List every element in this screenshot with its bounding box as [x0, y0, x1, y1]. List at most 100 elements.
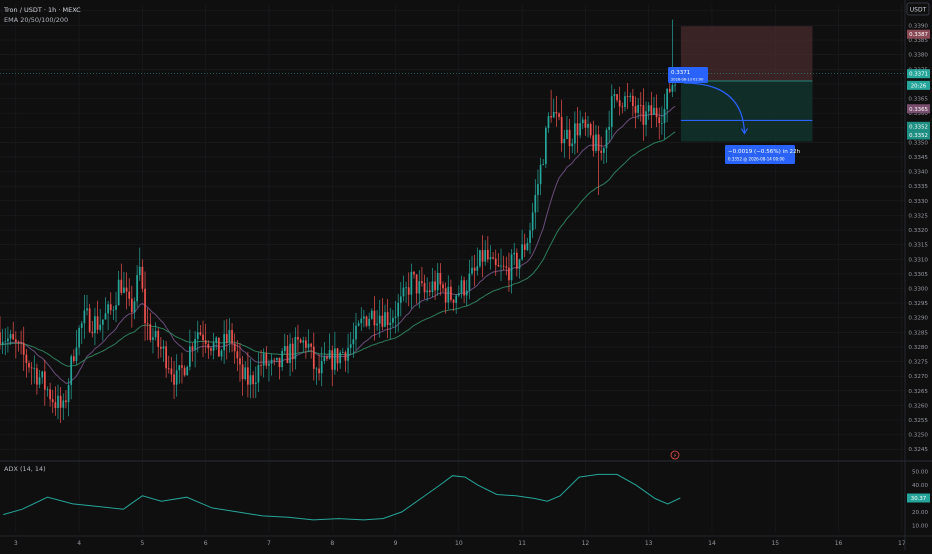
chart-canvas[interactable]: 0.3371 2026-08-13 02:00 −0.0019 (−0.56%) i… [0, 0, 932, 550]
price-tick-label: 0.3280 [908, 345, 928, 351]
price-tag-text: 0.3387 [909, 32, 928, 38]
candle [544, 125, 547, 169]
candle-body [67, 384, 70, 403]
candle-body [521, 244, 523, 260]
candle-body [96, 316, 99, 330]
price-tick-label: 0.3245 [908, 447, 928, 453]
candle-body [276, 357, 278, 361]
candle-body [563, 138, 566, 144]
candle-body [552, 111, 555, 118]
candle-body [597, 134, 600, 151]
time-tick-label: 14 [708, 540, 716, 547]
candle-body [220, 350, 223, 357]
candle-body [405, 287, 407, 289]
candle-body [610, 96, 613, 127]
candle-body [523, 244, 526, 250]
candle-body [508, 267, 510, 281]
candle-body [558, 113, 560, 117]
candle-body [223, 334, 225, 351]
candle-body [592, 135, 595, 151]
price-tick-label: 0.3295 [908, 301, 928, 307]
candle-body [262, 353, 265, 366]
candle-body [407, 287, 410, 295]
candle-body [107, 304, 109, 314]
candle-body [513, 252, 516, 255]
candle-body [7, 338, 9, 342]
candle-body [159, 346, 162, 349]
candle-body [120, 279, 123, 293]
candle-body [531, 212, 534, 231]
candle-body [334, 348, 336, 370]
candle-body [436, 273, 439, 291]
candle-body [138, 266, 141, 276]
candle-body [600, 150, 603, 153]
candle-body [339, 352, 342, 364]
candle-body [634, 106, 637, 113]
candle-body [265, 353, 268, 366]
candle-body [584, 119, 587, 128]
candle-body [215, 337, 218, 343]
candle-body [181, 365, 183, 368]
candle-body [410, 271, 413, 295]
candle-body [270, 359, 273, 364]
time-tick-label: 8 [330, 540, 334, 547]
time-tick-label: 15 [771, 540, 779, 547]
symbol-title[interactable]: Tron / USDT · 1h · MEXC [3, 6, 81, 14]
candle-body [91, 331, 94, 334]
candle-body [94, 316, 96, 334]
candle-body [191, 346, 194, 350]
price-tick-label: 0.3345 [908, 155, 928, 161]
price-tick-label: 0.3250 [908, 433, 928, 439]
candle-body [323, 356, 326, 361]
candle-body [376, 323, 378, 326]
candle-body [162, 346, 165, 349]
candle-body [510, 254, 513, 281]
price-tick-label: 0.3310 [908, 257, 928, 263]
candle-body [500, 265, 502, 267]
price-tag-text: 0.3352 [909, 133, 928, 139]
candle-body [51, 399, 54, 403]
candle-body [392, 318, 394, 323]
price-tag-target: 0.3352 [907, 130, 930, 140]
time-tick-label: 5 [140, 540, 144, 547]
candle-body [547, 116, 550, 129]
price-tick-label: 0.3255 [908, 418, 928, 424]
currency-badge[interactable]: USDT [906, 2, 930, 16]
candle-body [544, 128, 547, 164]
candle-body [450, 286, 452, 300]
adx-pane-label[interactable]: ADX (14, 14) [4, 465, 46, 473]
price-tick-label: 0.3330 [908, 199, 928, 205]
candle-body [75, 347, 78, 361]
projection-entry-price: 0.3371 [671, 70, 690, 76]
projection-entry-date: 2026-08-13 02:00 [671, 78, 704, 82]
candle-body [54, 402, 57, 409]
candle-body [550, 116, 552, 118]
candle-body [33, 368, 36, 370]
candle-body [173, 374, 175, 385]
candle-body [218, 337, 220, 357]
candle-body [331, 350, 334, 370]
candle-body [381, 315, 384, 327]
candle-body [647, 105, 650, 112]
price-tag-countdown: 20:26 [907, 80, 930, 90]
price-tag-text: 20:26 [911, 83, 927, 89]
trading-chart[interactable]: 0.3371 2026-08-13 02:00 −0.0019 (−0.56%) i… [0, 0, 932, 550]
indicator-label[interactable]: EMA 20/50/100/200 [4, 16, 68, 24]
candle-body [515, 252, 518, 269]
candle-body [389, 322, 392, 326]
candle-body [442, 284, 444, 289]
candle-body [104, 313, 107, 320]
candle-body [244, 367, 247, 380]
adx-tick-label: 50.00 [912, 470, 928, 476]
candle-body [423, 282, 426, 293]
candle-body [555, 111, 558, 114]
time-tick-label: 10 [455, 540, 463, 547]
candle-body [566, 129, 568, 139]
price-tick-label: 0.3315 [908, 243, 928, 249]
candle-body [241, 364, 244, 380]
candle-body [123, 287, 125, 293]
candle-body [144, 288, 146, 324]
price-tick-label: 0.3325 [908, 213, 928, 219]
candle-body [399, 296, 402, 303]
candle-body [518, 259, 521, 269]
